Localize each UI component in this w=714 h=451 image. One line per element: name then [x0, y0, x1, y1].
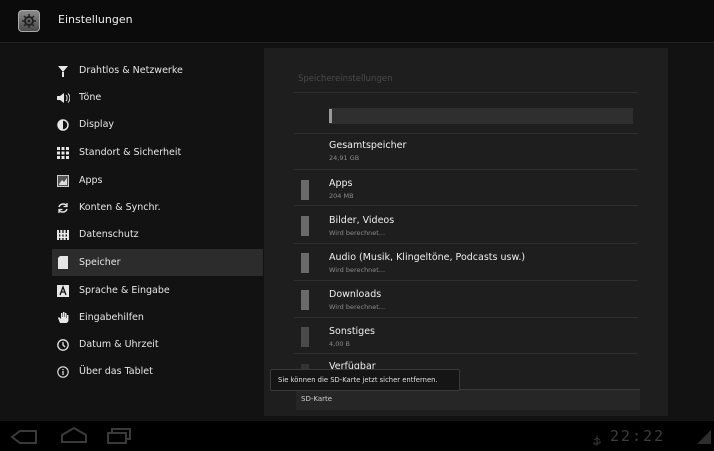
- status-clock[interactable]: 22:22: [610, 427, 665, 445]
- storage-row-label: Apps: [329, 178, 353, 189]
- back-icon[interactable]: [10, 429, 38, 448]
- total-storage-label: Gesamtspeicher: [329, 140, 407, 151]
- sidebar-item-label: Display: [79, 119, 115, 130]
- storage-row-downloads[interactable]: Downloads Wird berechnet...: [329, 289, 385, 311]
- storage-row-label: Sonstiges: [329, 326, 376, 337]
- storage-row-label: Downloads: [329, 289, 382, 300]
- page-title: Einstellungen: [58, 13, 133, 26]
- sidebar-item-accounts-sync[interactable]: Konten & Synchr.: [56, 194, 263, 221]
- sidebar-item-label: Standort & Sicherheit: [79, 147, 182, 158]
- sidebar-item-display[interactable]: Display: [56, 111, 263, 138]
- sidebar-item-date-time[interactable]: Datum & Uhrzeit: [56, 331, 263, 358]
- sidebar-item-storage[interactable]: Speicher: [52, 249, 263, 276]
- sidebar-item-label: Datenschutz: [79, 229, 139, 240]
- storage-row-value: Wird berechnet...: [329, 303, 386, 311]
- storage-row-label: Bilder, Videos: [329, 215, 395, 226]
- divider: [294, 169, 638, 170]
- storage-row-value: Wird berechnet...: [329, 229, 386, 237]
- usb-icon[interactable]: [592, 431, 602, 450]
- sidebar-item-label: Drahtlos & Netzwerke: [79, 65, 183, 76]
- storage-usage-bar: [329, 108, 633, 124]
- settings-app-icon[interactable]: [18, 10, 40, 32]
- storage-row-value: Wird berechnet...: [329, 266, 386, 274]
- apps-icon: [56, 174, 70, 188]
- sidebar-item-about-tablet[interactable]: Über das Tablet: [56, 358, 263, 385]
- storage-row-misc[interactable]: Sonstiges 4,00 B: [329, 326, 375, 348]
- divider: [294, 280, 638, 281]
- sidebar-item-wireless[interactable]: Drahtlos & Netzwerke: [56, 57, 263, 84]
- privacy-icon: [56, 228, 70, 242]
- recent-apps-icon[interactable]: [106, 428, 132, 448]
- storage-icon: [56, 256, 70, 270]
- sidebar-item-sounds[interactable]: Töne: [56, 84, 263, 111]
- home-icon[interactable]: [60, 426, 88, 447]
- brightness-icon: [56, 118, 70, 132]
- toast-message: Sie können die SD-Karte jetzt sicher ent…: [270, 369, 460, 391]
- divider: [294, 243, 638, 244]
- sidebar-item-label: Über das Tablet: [79, 366, 153, 377]
- sd-card-section-header: SD-Karte: [296, 389, 640, 410]
- language-icon: [56, 284, 70, 298]
- action-bar: Einstellungen: [0, 0, 714, 43]
- divider: [294, 205, 638, 206]
- sidebar-item-label: Töne: [79, 92, 102, 103]
- storage-row-value: 204 MB: [329, 192, 354, 200]
- sidebar-item-label: Konten & Synchr.: [79, 202, 161, 213]
- sidebar-item-label: Eingabehilfen: [79, 312, 144, 323]
- storage-row-label: Audio (Musik, Klingeltöne, Podcasts usw.…: [329, 252, 526, 263]
- storage-usage-fill: [329, 109, 332, 123]
- storage-settings-pane: Speichereinstellungen Gesamtspeicher 24,…: [263, 43, 714, 421]
- divider: [294, 133, 638, 134]
- sidebar-item-apps[interactable]: Apps: [56, 167, 263, 194]
- apps-color-swatch: [301, 180, 309, 200]
- storage-panel: Speichereinstellungen Gesamtspeicher 24,…: [264, 48, 668, 416]
- pictures-color-swatch: [301, 216, 309, 236]
- storage-row-pictures-videos[interactable]: Bilder, Videos Wird berechnet...: [329, 215, 394, 237]
- sidebar-item-label: Speicher: [79, 257, 121, 268]
- hand-icon: [56, 311, 70, 325]
- divider: [294, 353, 638, 354]
- divider: [294, 92, 638, 93]
- sync-icon: [56, 201, 70, 215]
- storage-row-apps[interactable]: Apps 204 MB: [329, 178, 354, 200]
- sidebar-item-label: Sprache & Eingabe: [79, 285, 170, 296]
- total-storage-value: 24,91 GB: [329, 154, 360, 162]
- location-grid-icon: [56, 146, 70, 160]
- sidebar-item-label: Datum & Uhrzeit: [79, 339, 159, 350]
- sidebar-item-language-input[interactable]: Sprache & Eingabe: [56, 277, 263, 304]
- clock-icon: [56, 338, 70, 352]
- system-bar: [0, 421, 714, 451]
- divider: [294, 317, 638, 318]
- storage-row-audio[interactable]: Audio (Musik, Klingeltöne, Podcasts usw.…: [329, 252, 525, 274]
- signal-icon: [697, 429, 711, 448]
- sidebar-item-accessibility[interactable]: Eingabehilfen: [56, 304, 263, 331]
- total-storage-row: Gesamtspeicher 24,91 GB: [329, 140, 406, 162]
- sidebar-item-location-security[interactable]: Standort & Sicherheit: [56, 139, 263, 166]
- speaker-icon: [56, 91, 70, 105]
- audio-color-swatch: [301, 253, 309, 273]
- sidebar-item-label: Apps: [79, 175, 103, 186]
- section-header: Speichereinstellungen: [298, 74, 393, 84]
- misc-color-swatch: [301, 327, 309, 347]
- info-icon: [56, 365, 70, 379]
- sidebar-item-privacy[interactable]: Datenschutz: [56, 221, 263, 248]
- downloads-color-swatch: [301, 290, 309, 310]
- storage-row-value: 4,00 B: [329, 340, 350, 348]
- sd-card-label: SD-Karte: [301, 395, 333, 403]
- wireless-icon: [56, 64, 70, 78]
